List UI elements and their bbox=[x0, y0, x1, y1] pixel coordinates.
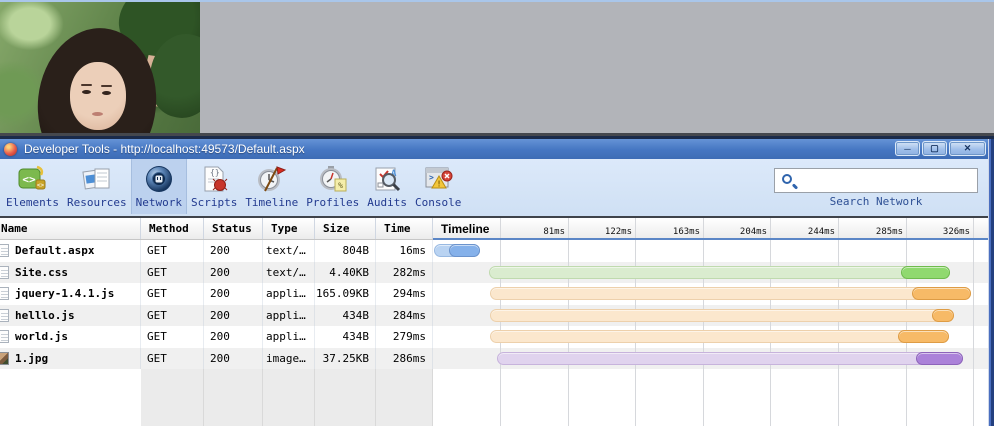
minimize-button[interactable]: ─ bbox=[895, 141, 920, 156]
tab-resources[interactable]: Resources bbox=[63, 159, 131, 214]
timeline-bar-light[interactable] bbox=[490, 287, 971, 300]
svg-text:!: ! bbox=[437, 180, 442, 189]
photo-detail bbox=[82, 90, 91, 94]
tab-bar: <> <> Elements Resources Network {} Scri… bbox=[2, 159, 465, 216]
timeline-header-underline bbox=[433, 238, 994, 240]
tab-profiles[interactable]: % Profiles bbox=[302, 159, 363, 214]
window-title: Developer Tools - http://localhost:49573… bbox=[24, 142, 305, 156]
search-icon bbox=[782, 174, 792, 184]
tab-timeline[interactable]: Timeline bbox=[241, 159, 302, 214]
document-icon bbox=[0, 244, 9, 258]
network-icon bbox=[144, 164, 174, 194]
devtools-app-icon bbox=[4, 142, 17, 156]
elements-icon: <> <> bbox=[17, 164, 47, 194]
table-empty-area bbox=[0, 369, 994, 426]
photo-detail bbox=[102, 91, 111, 95]
tab-console[interactable]: > ! Console bbox=[411, 159, 465, 214]
timeline-bar-light[interactable] bbox=[490, 330, 949, 343]
timeline-bar[interactable] bbox=[449, 244, 480, 257]
photo-face bbox=[70, 62, 126, 130]
window-border bbox=[988, 139, 994, 426]
table-body: Default.aspx GET 200 text/… 804B 16ms Si… bbox=[0, 240, 994, 369]
close-button[interactable]: ✕ bbox=[949, 141, 986, 156]
search-input[interactable] bbox=[799, 171, 975, 190]
search-network-label: Search Network bbox=[829, 195, 923, 208]
tab-label: Profiles bbox=[306, 196, 360, 209]
timeline-bar[interactable] bbox=[898, 330, 949, 343]
timeline-bar[interactable] bbox=[916, 351, 963, 365]
tab-elements[interactable]: <> <> Elements bbox=[2, 159, 63, 214]
photo-detail bbox=[81, 84, 92, 86]
titlebar[interactable]: Developer Tools - http://localhost:49573… bbox=[0, 139, 994, 159]
table-header: Name Method Status Type Size Time Timeli… bbox=[0, 218, 994, 240]
woman-photo bbox=[0, 2, 200, 133]
screen: Developer Tools - http://localhost:49573… bbox=[0, 0, 994, 426]
network-table: Name Method Status Type Size Time Timeli… bbox=[0, 218, 994, 426]
svg-text:>: > bbox=[429, 173, 434, 182]
document-icon bbox=[0, 265, 9, 279]
document-icon bbox=[0, 330, 9, 344]
profiles-icon: % bbox=[318, 164, 348, 194]
scripts-icon: {} bbox=[199, 164, 229, 194]
devtools-toolbar: <> <> Elements Resources Network {} Scri… bbox=[0, 159, 994, 216]
svg-text:<>: <> bbox=[23, 173, 37, 186]
restore-button[interactable]: ▢ bbox=[922, 141, 947, 156]
svg-text:{}: {} bbox=[210, 168, 220, 177]
audits-icon: A bbox=[372, 164, 402, 194]
svg-text:%: % bbox=[338, 181, 343, 190]
timeline-bar-light[interactable] bbox=[497, 351, 963, 365]
timeline-bar-light[interactable] bbox=[490, 308, 954, 322]
tab-scripts[interactable]: {} Scripts bbox=[187, 159, 241, 214]
column-header-name[interactable]: Name bbox=[0, 218, 141, 239]
tab-label: Elements bbox=[6, 196, 59, 209]
svg-text:<>: <> bbox=[37, 182, 45, 189]
tab-label: Scripts bbox=[190, 196, 238, 209]
console-icon: > ! bbox=[423, 164, 453, 194]
column-header-timeline[interactable]: Timeline bbox=[433, 218, 994, 239]
document-icon bbox=[0, 308, 9, 322]
tab-audits[interactable]: A Audits bbox=[363, 159, 411, 214]
browser-viewport bbox=[0, 0, 994, 136]
timeline-icon bbox=[257, 164, 287, 194]
column-header-size[interactable]: Size bbox=[315, 218, 376, 239]
tab-label: Timeline bbox=[245, 196, 299, 209]
resources-icon bbox=[82, 164, 112, 194]
timeline-bar[interactable] bbox=[932, 308, 954, 322]
timeline-bar[interactable] bbox=[901, 265, 950, 279]
document-icon bbox=[0, 287, 9, 301]
image-icon bbox=[0, 351, 9, 365]
photo-detail bbox=[101, 85, 112, 87]
tab-label: Network bbox=[135, 196, 182, 209]
photo-detail bbox=[92, 112, 103, 116]
developer-tools-window: Developer Tools - http://localhost:49573… bbox=[0, 136, 994, 426]
tab-label: Audits bbox=[367, 196, 408, 209]
column-header-time[interactable]: Time bbox=[376, 218, 433, 239]
column-header-type[interactable]: Type bbox=[263, 218, 315, 239]
timeline-bar[interactable] bbox=[912, 287, 971, 300]
timeline-bar-light[interactable] bbox=[489, 265, 950, 279]
tab-label: Resources bbox=[66, 196, 127, 209]
search-box bbox=[774, 168, 978, 193]
tab-label: Console bbox=[415, 196, 462, 209]
tab-network[interactable]: Network bbox=[130, 159, 187, 214]
table-row[interactable]: Default.aspx GET 200 text/… 804B 16ms bbox=[0, 240, 994, 262]
column-header-status[interactable]: Status bbox=[204, 218, 263, 239]
column-header-method[interactable]: Method bbox=[141, 218, 204, 239]
